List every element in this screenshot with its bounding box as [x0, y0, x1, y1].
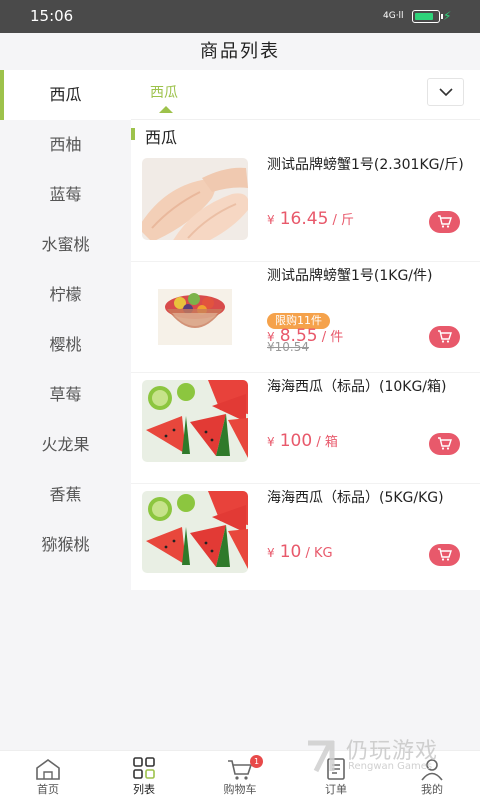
- fruit-salad-image: [142, 269, 248, 351]
- status-bar: 15:06 4G·ll ⚡: [0, 0, 480, 33]
- nav-home[interactable]: 首页: [0, 751, 96, 800]
- header: 商品列表: [0, 33, 480, 70]
- nav-orders-label: 订单: [325, 783, 347, 796]
- home-icon: [36, 759, 60, 780]
- sidebar-item-banana[interactable]: 香蕉: [0, 470, 131, 520]
- chevron-down-icon: [439, 88, 453, 97]
- expand-categories-button[interactable]: [427, 78, 464, 106]
- nav-cart[interactable]: 1 购物车: [192, 751, 288, 800]
- nav-cart-label: 购物车: [223, 783, 257, 796]
- tab-watermelon[interactable]: 西瓜: [150, 82, 178, 102]
- product-price: ¥ 100 / 箱: [267, 431, 338, 451]
- watermark-icon: [308, 740, 335, 773]
- product-panel: 西瓜 西瓜 测试品牌螃蟹1号(2.301KG/斤) ¥ 16.45 / 斤 测试…: [131, 70, 480, 590]
- chicken-wings-image: [142, 158, 248, 240]
- page-title: 商品列表: [200, 41, 280, 62]
- nav-home-label: 首页: [37, 783, 59, 796]
- grid-icon: [133, 757, 155, 779]
- product-name: 测试品牌螃蟹1号(2.301KG/斤): [267, 157, 464, 173]
- product-card[interactable]: 测试品牌螃蟹1号(2.301KG/斤) ¥ 16.45 / 斤: [131, 151, 480, 262]
- watermelon-image: [142, 380, 248, 462]
- sidebar-item-peach[interactable]: 水蜜桃: [0, 220, 131, 270]
- add-to-cart-button[interactable]: [429, 326, 460, 348]
- section-accent-bar: [131, 128, 135, 140]
- sidebar-item-strawberry[interactable]: 草莓: [0, 370, 131, 420]
- section-title: 西瓜: [145, 128, 178, 147]
- add-to-cart-button[interactable]: [429, 544, 460, 566]
- sidebar-item-dragonfruit[interactable]: 火龙果: [0, 420, 131, 470]
- product-name: 海海西瓜（标品）(5KG/KG): [267, 490, 444, 506]
- original-price: ¥10.54: [267, 340, 309, 354]
- nav-profile-label: 我的: [421, 783, 443, 796]
- sidebar-item-kiwi[interactable]: 猕猴桃: [0, 520, 131, 570]
- product-card[interactable]: 海海西瓜（标品）(5KG/KG) ¥ 10 / KG: [131, 484, 480, 595]
- nav-list[interactable]: 列表: [96, 751, 192, 800]
- product-card[interactable]: 海海西瓜（标品）(10KG/箱) ¥ 100 / 箱: [131, 373, 480, 484]
- add-to-cart-button[interactable]: [429, 433, 460, 455]
- cart-icon: [438, 215, 452, 228]
- sidebar-item-cherry[interactable]: 樱桃: [0, 320, 131, 370]
- cart-icon: [438, 548, 452, 561]
- signal-icon: 4G·ll: [383, 11, 404, 21]
- sidebar-item-grapefruit[interactable]: 西柚: [0, 120, 131, 170]
- nav-list-label: 列表: [133, 783, 155, 796]
- charging-icon: ⚡: [443, 9, 452, 23]
- status-time: 15:06: [30, 7, 74, 25]
- watermark-sub: Rengwan Games: [348, 761, 433, 772]
- product-card[interactable]: 测试品牌螃蟹1号(1KG/件) 限购11件 ¥ 8.55 / 件 ¥10.54: [131, 262, 480, 373]
- product-name: 测试品牌螃蟹1号(1KG/件): [267, 268, 433, 284]
- subcategory-tabs: 西瓜: [131, 70, 480, 120]
- cart-icon: [438, 437, 452, 450]
- category-sidebar: 西瓜 西柚 蓝莓 水蜜桃 柠檬 樱桃 草莓 火龙果 香蕉 猕猴桃: [0, 70, 131, 750]
- sidebar-item-blueberry[interactable]: 蓝莓: [0, 170, 131, 220]
- product-price: ¥ 16.45 / 斤: [267, 209, 355, 229]
- cart-icon: [438, 330, 452, 343]
- watermelon-image: [142, 491, 248, 573]
- sidebar-item-lemon[interactable]: 柠檬: [0, 270, 131, 320]
- add-to-cart-button[interactable]: [429, 211, 460, 233]
- watermark-logo: 仍玩游戏 Rengwan Games: [306, 733, 466, 781]
- cart-count-badge: 1: [250, 755, 263, 768]
- product-price: ¥ 10 / KG: [267, 542, 333, 562]
- sidebar-item-watermelon[interactable]: 西瓜: [0, 70, 131, 120]
- battery-icon: [412, 10, 443, 23]
- product-name: 海海西瓜（标品）(10KG/箱): [267, 379, 447, 395]
- tab-indicator: [159, 106, 173, 113]
